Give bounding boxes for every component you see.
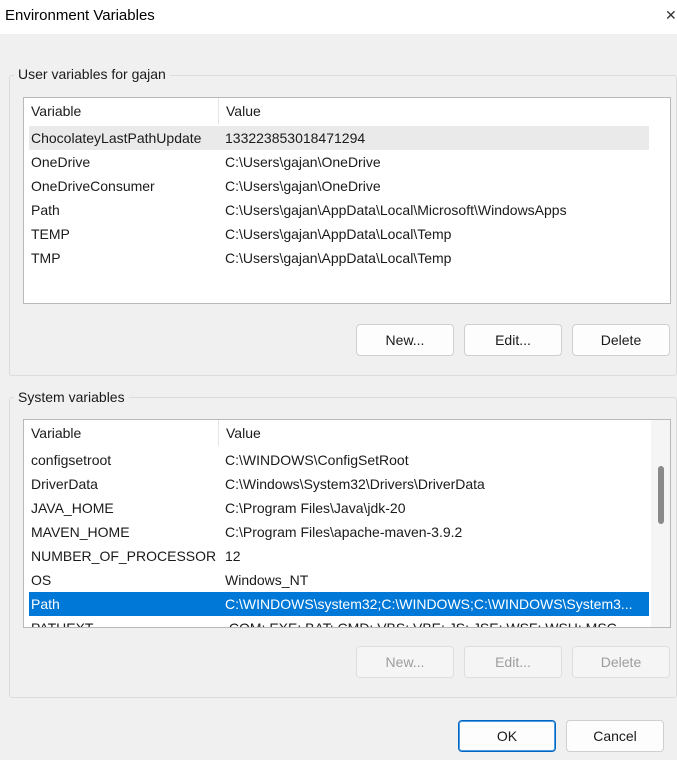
variable-value: .COM;.EXE;.BAT;.CMD;.VBS;.VBE;.JS;.JSE;.… [225, 620, 617, 628]
list-item[interactable]: PATHEXT .COM;.EXE;.BAT;.CMD;.VBS;.VBE;.J… [29, 616, 649, 628]
user-column-value[interactable]: Value [218, 98, 648, 124]
user-column-variable[interactable]: Variable [24, 98, 218, 124]
list-item[interactable]: JAVA_HOME C:\Program Files\Java\jdk-20 [29, 496, 649, 520]
system-column-value[interactable]: Value [218, 420, 648, 446]
system-variables-list[interactable]: Variable Value configsetroot C:\WINDOWS\… [23, 419, 671, 628]
variable-value: C:\Users\gajan\OneDrive [225, 178, 381, 194]
list-item[interactable]: OS Windows_NT [29, 568, 649, 592]
system-list-scrollbar[interactable] [651, 420, 670, 627]
list-item[interactable]: TEMP C:\Users\gajan\AppData\Local\Temp [29, 222, 649, 246]
list-item[interactable]: OneDrive C:\Users\gajan\OneDrive [29, 150, 649, 174]
list-item[interactable]: NUMBER_OF_PROCESSORS 12 [29, 544, 649, 568]
variable-value: Windows_NT [225, 572, 309, 588]
title-bar: Environment Variables ✕ [0, 0, 677, 34]
variable-value: C:\Users\gajan\OneDrive [225, 154, 381, 170]
variable-value: C:\Program Files\Java\jdk-20 [225, 500, 406, 516]
variable-name: TEMP [31, 226, 70, 242]
system-column-variable[interactable]: Variable [24, 420, 218, 446]
variable-name: OS [31, 572, 52, 588]
list-item[interactable]: OneDriveConsumer C:\Users\gajan\OneDrive [29, 174, 649, 198]
variable-name: DriverData [31, 476, 98, 492]
system-new-button[interactable]: New... [356, 646, 454, 678]
variable-name: ChocolateyLastPathUpdate [31, 130, 202, 146]
variable-value: C:\WINDOWS\system32;C:\WINDOWS;C:\WINDOW… [225, 596, 633, 612]
variable-value: 12 [225, 548, 241, 564]
system-edit-button[interactable]: Edit... [464, 646, 562, 678]
user-list-header: Variable Value [24, 98, 670, 124]
user-edit-button[interactable]: Edit... [464, 324, 562, 356]
system-delete-button[interactable]: Delete [572, 646, 670, 678]
variable-value: C:\Users\gajan\AppData\Local\Temp [225, 226, 452, 242]
scrollbar-thumb[interactable] [658, 466, 664, 524]
variable-name: OneDrive [31, 154, 91, 170]
user-variables-list[interactable]: Variable Value ChocolateyLastPathUpdate … [23, 97, 671, 304]
variable-value: C:\Program Files\apache-maven-3.9.2 [225, 524, 463, 540]
list-item[interactable]: DriverData C:\Windows\System32\Drivers\D… [29, 472, 649, 496]
variable-value: C:\Users\gajan\AppData\Local\Temp [225, 250, 452, 266]
list-item[interactable]: configsetroot C:\WINDOWS\ConfigSetRoot [29, 448, 649, 472]
list-item[interactable]: Path C:\Users\gajan\AppData\Local\Micros… [29, 198, 649, 222]
variable-value: C:\Windows\System32\Drivers\DriverData [225, 476, 485, 492]
variable-name: NUMBER_OF_PROCESSORS [31, 548, 217, 564]
variable-name: PATHEXT [31, 620, 94, 628]
window-title: Environment Variables [5, 7, 155, 24]
close-icon[interactable]: ✕ [665, 0, 677, 32]
list-item[interactable]: TMP C:\Users\gajan\AppData\Local\Temp [29, 246, 649, 270]
user-delete-button[interactable]: Delete [572, 324, 670, 356]
list-item[interactable]: MAVEN_HOME C:\Program Files\apache-maven… [29, 520, 649, 544]
cancel-button[interactable]: Cancel [566, 720, 664, 752]
variable-name: OneDriveConsumer [31, 178, 155, 194]
ok-button[interactable]: OK [458, 720, 556, 752]
user-new-button[interactable]: New... [356, 324, 454, 356]
list-item-selected[interactable]: Path C:\WINDOWS\system32;C:\WINDOWS;C:\W… [29, 592, 649, 616]
variable-name: JAVA_HOME [31, 500, 114, 516]
variable-name: configsetroot [31, 452, 112, 468]
variable-name: MAVEN_HOME [31, 524, 130, 540]
variable-name: Path [31, 596, 60, 612]
system-variables-label: System variables [14, 389, 129, 405]
variable-value: C:\Users\gajan\AppData\Local\Microsoft\W… [225, 202, 567, 218]
variable-value: 133223853018471294 [225, 130, 366, 146]
variable-name: Path [31, 202, 60, 218]
variable-name: TMP [31, 250, 61, 266]
user-variables-label: User variables for gajan [14, 66, 170, 82]
variable-value: C:\WINDOWS\ConfigSetRoot [225, 452, 409, 468]
list-item[interactable]: ChocolateyLastPathUpdate 133223853018471… [29, 126, 649, 150]
system-list-header: Variable Value [24, 420, 648, 446]
